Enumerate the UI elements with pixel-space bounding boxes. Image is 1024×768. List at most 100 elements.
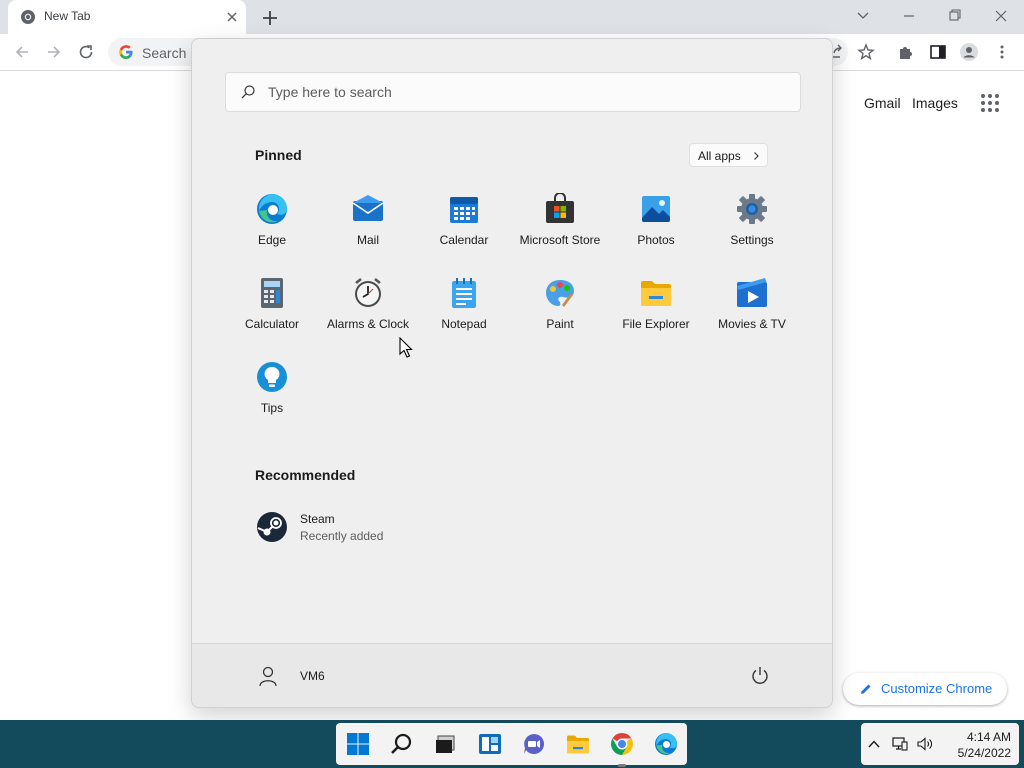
taskbar-edge-button[interactable]	[650, 728, 682, 760]
taskbar-chat-button[interactable]	[518, 728, 550, 760]
file-explorer-icon	[567, 735, 589, 754]
chrome-menu-kebab-icon[interactable]	[992, 42, 1012, 62]
mail-icon	[352, 195, 384, 221]
calendar-icon	[450, 197, 478, 223]
pinned-label: Microsoft Store	[519, 233, 601, 247]
system-tray: 4:14 AM 5/24/2022	[861, 723, 1019, 765]
pinned-calendar[interactable]: Calendar	[416, 189, 512, 269]
tab-close-icon[interactable]	[224, 9, 240, 25]
movies-icon	[737, 278, 767, 307]
extensions-puzzle-icon[interactable]	[896, 42, 916, 62]
all-apps-label: All apps	[698, 149, 741, 163]
taskbar-start-button[interactable]	[342, 728, 374, 760]
clock-time[interactable]: 4:14 AM	[951, 730, 1011, 744]
pinned-notepad[interactable]: Notepad	[416, 273, 512, 353]
store-icon	[546, 193, 574, 223]
chevron-up-icon[interactable]	[866, 736, 882, 752]
pinned-label: Edge	[257, 233, 287, 247]
start-search-box[interactable]	[225, 72, 801, 112]
edge-icon	[655, 733, 677, 755]
edge-icon	[257, 194, 287, 224]
forward-arrow-icon[interactable]	[44, 42, 64, 62]
search-icon	[241, 85, 255, 99]
pinned-photos[interactable]: Photos	[608, 189, 704, 269]
bookmark-star-icon[interactable]	[856, 42, 876, 62]
images-link[interactable]: Images	[912, 95, 958, 111]
calculator-icon	[261, 278, 283, 308]
user-name: VM6	[300, 669, 325, 683]
pinned-label: File Explorer	[622, 317, 690, 331]
user-avatar-icon	[259, 666, 277, 687]
network-icon[interactable]	[892, 736, 908, 752]
folder-icon	[641, 281, 671, 306]
user-account-button[interactable]: VM6	[248, 656, 368, 696]
mouse-cursor-icon	[399, 337, 413, 358]
restore-icon[interactable]	[941, 4, 969, 28]
pinned-label: Alarms & Clock	[326, 317, 409, 331]
volume-icon[interactable]	[917, 736, 933, 752]
start-menu-footer: VM6	[192, 643, 832, 707]
close-window-icon[interactable]	[987, 4, 1015, 28]
search-icon	[391, 733, 412, 754]
customize-chrome-label: Customize Chrome	[881, 681, 993, 696]
taskbar-file-explorer-button[interactable]	[562, 728, 594, 760]
side-panel-icon[interactable]	[928, 42, 948, 62]
chrome-icon	[611, 733, 633, 755]
taskbar-apps	[336, 723, 687, 767]
pencil-icon	[861, 684, 871, 694]
tips-icon	[257, 362, 287, 392]
pinned-mail[interactable]: Mail	[320, 189, 416, 269]
customize-chrome-button[interactable]: Customize Chrome	[843, 673, 1007, 705]
tab-new-tab[interactable]: New Tab	[8, 0, 246, 34]
tab-title: New Tab	[44, 9, 91, 23]
running-indicator	[618, 764, 626, 767]
pinned-label: Photos	[637, 233, 675, 247]
browser-tabstrip: New Tab	[0, 0, 1024, 34]
chat-icon	[524, 734, 544, 754]
tab-search-chevron-icon[interactable]	[849, 4, 877, 28]
recommended-steam[interactable]: Steam Recently added	[248, 507, 508, 547]
pinned-label: Movies & TV	[718, 317, 786, 331]
clock-date[interactable]: 5/24/2022	[941, 746, 1011, 760]
pinned-edge[interactable]: Edge	[224, 189, 320, 269]
taskbar-search-button[interactable]	[386, 728, 418, 760]
profile-avatar-icon[interactable]	[959, 42, 979, 62]
notepad-icon	[452, 278, 476, 308]
taskbar-chrome-button[interactable]	[606, 728, 638, 767]
steam-icon	[257, 512, 287, 542]
pinned-label: Calculator	[244, 317, 300, 331]
recommended-title: Recommended	[255, 467, 356, 483]
pinned-paint[interactable]: Paint	[512, 273, 608, 353]
minimize-icon[interactable]	[895, 4, 923, 28]
pinned-title: Pinned	[255, 147, 302, 163]
pinned-movies-tv[interactable]: Movies & TV	[704, 273, 800, 353]
google-apps-grid-icon[interactable]	[980, 93, 1000, 113]
chrome-favicon-icon	[21, 10, 35, 24]
taskbar-widgets-button[interactable]	[474, 728, 506, 760]
reload-icon[interactable]	[76, 42, 96, 62]
gmail-link[interactable]: Gmail	[864, 95, 901, 111]
start-icon	[347, 733, 369, 755]
pinned-calculator[interactable]: Calculator	[224, 273, 320, 353]
settings-icon	[737, 194, 767, 224]
pinned-label: Tips	[260, 401, 284, 415]
pinned-label: Settings	[730, 233, 774, 247]
pinned-file-explorer[interactable]: File Explorer	[608, 273, 704, 353]
pinned-tips[interactable]: Tips	[224, 357, 320, 437]
pinned-label: Calendar	[439, 233, 489, 247]
power-icon[interactable]	[746, 662, 774, 690]
all-apps-button[interactable]: All apps	[689, 143, 768, 167]
recommended-name: Steam	[300, 512, 335, 526]
new-tab-plus-icon[interactable]	[258, 6, 282, 30]
pinned-settings[interactable]: Settings	[704, 189, 800, 269]
paint-icon	[546, 280, 574, 307]
taskbar-task-view-button[interactable]	[430, 728, 462, 760]
pinned-label: Mail	[356, 233, 379, 247]
start-search-input[interactable]	[268, 73, 788, 111]
back-arrow-icon[interactable]	[12, 42, 32, 62]
pinned-label: Paint	[546, 317, 574, 331]
task-view-icon	[436, 735, 455, 753]
recommended-subtitle: Recently added	[300, 529, 384, 543]
clock-icon	[355, 278, 381, 307]
pinned-microsoft-store[interactable]: Microsoft Store	[512, 189, 608, 269]
